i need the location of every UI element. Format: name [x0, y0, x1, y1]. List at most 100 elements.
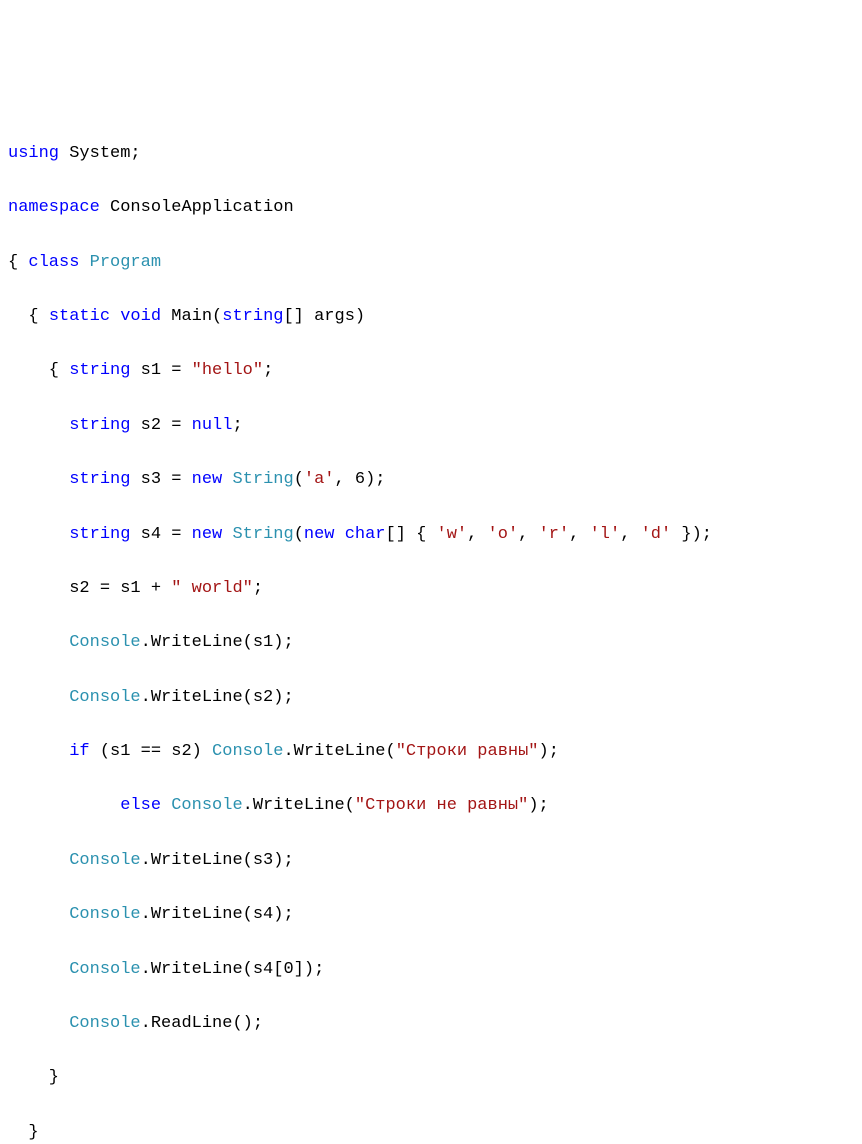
class-name: Console	[69, 960, 140, 979]
code-line-15[interactable]: Console.WriteLine(s4);	[8, 901, 862, 928]
code-text	[161, 796, 171, 815]
class-name: Console	[69, 688, 140, 707]
code-text: }	[8, 1123, 39, 1142]
code-line-11[interactable]: Console.WriteLine(s2);	[8, 684, 862, 711]
code-text: });	[671, 525, 712, 544]
code-text: }	[8, 1068, 59, 1087]
code-text	[222, 525, 232, 544]
code-text	[8, 905, 69, 924]
keyword-null: null	[192, 416, 233, 435]
char-literal: 'd'	[641, 525, 672, 544]
string-literal: " world"	[171, 579, 253, 598]
keyword-new: new	[304, 525, 335, 544]
class-name: Console	[69, 905, 140, 924]
code-text: s1 =	[130, 361, 191, 380]
code-text: .ReadLine();	[141, 1014, 263, 1033]
code-text: Main(	[161, 307, 222, 326]
class-name: String	[232, 525, 293, 544]
code-text: System;	[59, 144, 141, 163]
code-text	[8, 960, 69, 979]
code-line-2[interactable]: namespace ConsoleApplication	[8, 194, 862, 221]
code-line-8[interactable]: string s4 = new String(new char[] { 'w',…	[8, 521, 862, 548]
code-editor[interactable]: using System; namespace ConsoleApplicati…	[0, 113, 862, 1144]
code-line-7[interactable]: string s3 = new String('a', 6);	[8, 466, 862, 493]
code-text: .WriteLine(s1);	[141, 633, 294, 652]
code-line-1[interactable]: using System;	[8, 140, 862, 167]
code-text: .WriteLine(s4[0]);	[141, 960, 325, 979]
keyword-namespace: namespace	[8, 198, 100, 217]
keyword-class: class	[28, 253, 79, 272]
code-text: s3 =	[130, 470, 191, 489]
class-name: String	[232, 470, 293, 489]
code-text	[8, 796, 120, 815]
code-text: .WriteLine(s4);	[141, 905, 294, 924]
char-literal: 'o'	[488, 525, 519, 544]
code-text: .WriteLine(s2);	[141, 688, 294, 707]
char-literal: 'l'	[590, 525, 621, 544]
code-line-13[interactable]: else Console.WriteLine("Строки не равны"…	[8, 792, 862, 819]
keyword-if: if	[69, 742, 89, 761]
string-literal: "hello"	[192, 361, 263, 380]
keyword-string: string	[69, 470, 130, 489]
code-text: {	[8, 253, 28, 272]
code-text: .WriteLine(	[283, 742, 395, 761]
keyword-string: string	[69, 416, 130, 435]
code-line-14[interactable]: Console.WriteLine(s3);	[8, 847, 862, 874]
code-text	[222, 470, 232, 489]
keyword-else: else	[120, 796, 161, 815]
code-text: ,	[569, 525, 589, 544]
keyword-static: static	[49, 307, 110, 326]
keyword-string: string	[69, 361, 130, 380]
code-text: ,	[518, 525, 538, 544]
code-line-18[interactable]: }	[8, 1064, 862, 1091]
keyword-new: new	[192, 470, 223, 489]
code-text: [] {	[386, 525, 437, 544]
code-text: ;	[232, 416, 242, 435]
code-text: {	[8, 361, 69, 380]
keyword-char: char	[345, 525, 386, 544]
code-text	[8, 1014, 69, 1033]
code-text: ,	[620, 525, 640, 544]
code-line-17[interactable]: Console.ReadLine();	[8, 1010, 862, 1037]
keyword-new: new	[192, 525, 223, 544]
code-text: s4 =	[130, 525, 191, 544]
keyword-void: void	[120, 307, 161, 326]
keyword-string: string	[69, 525, 130, 544]
code-text: [] args)	[283, 307, 365, 326]
code-text: .WriteLine(s3);	[141, 851, 294, 870]
code-text: );	[539, 742, 559, 761]
class-name: Program	[90, 253, 161, 272]
keyword-using: using	[8, 144, 59, 163]
code-text: {	[8, 307, 49, 326]
code-text: s2 = s1 +	[8, 579, 171, 598]
code-line-16[interactable]: Console.WriteLine(s4[0]);	[8, 956, 862, 983]
code-line-4[interactable]: { static void Main(string[] args)	[8, 303, 862, 330]
code-line-3[interactable]: { class Program	[8, 249, 862, 276]
code-text: );	[528, 796, 548, 815]
code-text	[335, 525, 345, 544]
code-text	[110, 307, 120, 326]
code-line-9[interactable]: s2 = s1 + " world";	[8, 575, 862, 602]
code-text	[8, 633, 69, 652]
code-line-19[interactable]: }	[8, 1119, 862, 1144]
code-text	[8, 851, 69, 870]
code-text: ;	[263, 361, 273, 380]
code-text: (	[294, 470, 304, 489]
code-line-5[interactable]: { string s1 = "hello";	[8, 357, 862, 384]
class-name: Console	[212, 742, 283, 761]
code-text	[8, 416, 69, 435]
code-text	[79, 253, 89, 272]
char-literal: 'r'	[539, 525, 570, 544]
code-text: (	[294, 525, 304, 544]
class-name: Console	[69, 851, 140, 870]
code-line-12[interactable]: if (s1 == s2) Console.WriteLine("Строки …	[8, 738, 862, 765]
code-text	[8, 525, 69, 544]
code-text: s2 =	[130, 416, 191, 435]
class-name: Console	[171, 796, 242, 815]
char-literal: 'w'	[437, 525, 468, 544]
code-line-10[interactable]: Console.WriteLine(s1);	[8, 629, 862, 656]
class-name: Console	[69, 633, 140, 652]
char-literal: 'a'	[304, 470, 335, 489]
code-text: (s1 == s2)	[90, 742, 212, 761]
code-line-6[interactable]: string s2 = null;	[8, 412, 862, 439]
